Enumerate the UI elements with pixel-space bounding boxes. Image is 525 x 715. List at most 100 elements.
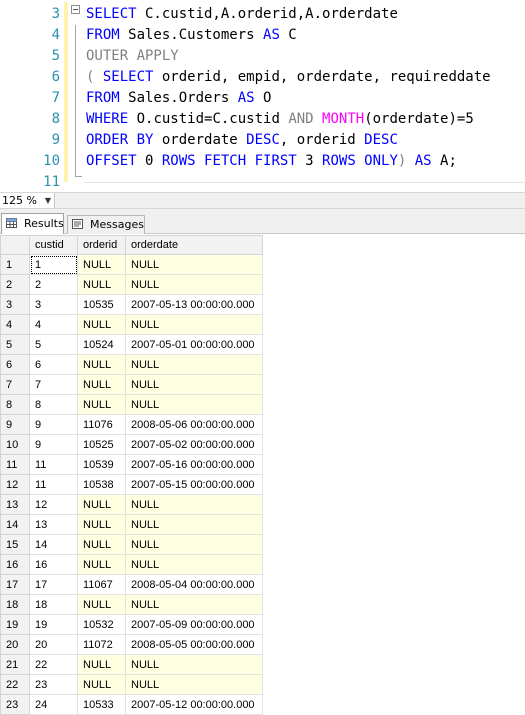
- tab-results[interactable]: Results: [1, 213, 64, 234]
- cell-orderid[interactable]: 10525: [77, 434, 126, 455]
- row-number[interactable]: 5: [0, 334, 30, 355]
- table-row[interactable]: 8 8 NULL NULL: [0, 394, 263, 415]
- column-header-orderid[interactable]: orderid: [77, 235, 126, 255]
- chevron-down-icon[interactable]: ▼: [45, 193, 51, 208]
- cell-orderdate[interactable]: 2008-05-06 00:00:00.000: [125, 414, 263, 435]
- table-row[interactable]: 1 1 NULL NULL: [0, 254, 263, 275]
- cell-custid[interactable]: 14: [29, 534, 78, 555]
- cell-orderid[interactable]: NULL: [77, 594, 126, 615]
- cell-orderid[interactable]: 11072: [77, 634, 126, 655]
- table-row[interactable]: 18 18 NULL NULL: [0, 594, 263, 615]
- cell-orderid[interactable]: NULL: [77, 354, 126, 375]
- cell-orderid[interactable]: NULL: [77, 274, 126, 295]
- table-row[interactable]: 4 4 NULL NULL: [0, 314, 263, 335]
- cell-orderid[interactable]: 11076: [77, 414, 126, 435]
- cell-custid[interactable]: 7: [29, 374, 78, 395]
- table-row[interactable]: 14 13 NULL NULL: [0, 514, 263, 535]
- table-row[interactable]: 11 11 10539 2007-05-16 00:00:00.000: [0, 454, 263, 475]
- code-line[interactable]: 4 FROM Sales.Customers AS C: [0, 25, 525, 46]
- cell-orderid[interactable]: NULL: [77, 534, 126, 555]
- cell-orderdate[interactable]: 2008-05-04 00:00:00.000: [125, 574, 263, 595]
- cell-orderdate[interactable]: 2008-05-05 00:00:00.000: [125, 634, 263, 655]
- table-row[interactable]: 16 16 NULL NULL: [0, 554, 263, 575]
- row-number[interactable]: 15: [0, 534, 30, 555]
- cell-orderid[interactable]: NULL: [77, 514, 126, 535]
- table-row[interactable]: 9 9 11076 2008-05-06 00:00:00.000: [0, 414, 263, 435]
- row-number[interactable]: 3: [0, 294, 30, 315]
- cell-custid[interactable]: 20: [29, 634, 78, 655]
- cell-custid[interactable]: 17: [29, 574, 78, 595]
- cell-orderdate[interactable]: NULL: [125, 314, 263, 335]
- row-number[interactable]: 22: [0, 674, 30, 695]
- cell-custid[interactable]: 16: [29, 554, 78, 575]
- row-number[interactable]: 14: [0, 514, 30, 535]
- cell-orderdate[interactable]: 2007-05-15 00:00:00.000: [125, 474, 263, 495]
- cell-orderdate[interactable]: NULL: [125, 534, 263, 555]
- code-line[interactable]: 5 OUTER APPLY: [0, 46, 525, 67]
- cell-orderdate[interactable]: NULL: [125, 374, 263, 395]
- table-row[interactable]: 20 20 11072 2008-05-05 00:00:00.000: [0, 634, 263, 655]
- cell-orderid[interactable]: NULL: [77, 554, 126, 575]
- cell-custid[interactable]: 9: [29, 414, 78, 435]
- cell-orderdate[interactable]: 2007-05-13 00:00:00.000: [125, 294, 263, 315]
- cell-orderid[interactable]: 10533: [77, 694, 126, 715]
- cell-orderdate[interactable]: 2007-05-12 00:00:00.000: [125, 694, 263, 715]
- table-row[interactable]: 13 12 NULL NULL: [0, 494, 263, 515]
- row-number[interactable]: 17: [0, 574, 30, 595]
- code-line[interactable]: 6 ( SELECT orderid, empid, orderdate, req…: [0, 67, 525, 88]
- code-line[interactable]: 11: [0, 172, 525, 192]
- cell-custid[interactable]: 2: [29, 274, 78, 295]
- cell-orderid[interactable]: 10524: [77, 334, 126, 355]
- cell-orderdate[interactable]: 2007-05-16 00:00:00.000: [125, 454, 263, 475]
- table-row[interactable]: 19 19 10532 2007-05-09 00:00:00.000: [0, 614, 263, 635]
- cell-orderdate[interactable]: NULL: [125, 274, 263, 295]
- cell-custid[interactable]: 19: [29, 614, 78, 635]
- collapse-icon[interactable]: [71, 5, 80, 14]
- code-line[interactable]: 10 OFFSET 0 ROWS FETCH FIRST 3 ROWS ONLY)…: [0, 151, 525, 172]
- cell-orderdate[interactable]: NULL: [125, 394, 263, 415]
- cell-orderdate[interactable]: NULL: [125, 674, 263, 695]
- cell-custid[interactable]: 11: [29, 454, 78, 475]
- table-row[interactable]: 12 11 10538 2007-05-15 00:00:00.000: [0, 474, 263, 495]
- cell-orderid[interactable]: 10538: [77, 474, 126, 495]
- row-number[interactable]: 6: [0, 354, 30, 375]
- code-line[interactable]: 7 FROM Sales.Orders AS O: [0, 88, 525, 109]
- row-number[interactable]: 2: [0, 274, 30, 295]
- cell-orderdate[interactable]: NULL: [125, 514, 263, 535]
- cell-custid[interactable]: 18: [29, 594, 78, 615]
- table-row[interactable]: 5 5 10524 2007-05-01 00:00:00.000: [0, 334, 263, 355]
- cell-orderid[interactable]: NULL: [77, 314, 126, 335]
- table-row[interactable]: 3 3 10535 2007-05-13 00:00:00.000: [0, 294, 263, 315]
- cell-orderid[interactable]: NULL: [77, 674, 126, 695]
- cell-orderdate[interactable]: NULL: [125, 254, 263, 275]
- query-editor[interactable]: 3 SELECT C.custid,A.orderid,A.orderdate 4 F…: [0, 0, 525, 192]
- cell-custid[interactable]: 22: [29, 654, 78, 675]
- cell-custid[interactable]: 8: [29, 394, 78, 415]
- cell-custid[interactable]: 13: [29, 514, 78, 535]
- cell-orderdate[interactable]: NULL: [125, 554, 263, 575]
- tab-messages[interactable]: Messages: [67, 215, 145, 234]
- table-row[interactable]: 7 7 NULL NULL: [0, 374, 263, 395]
- table-row[interactable]: 17 17 11067 2008-05-04 00:00:00.000: [0, 574, 263, 595]
- row-number[interactable]: 7: [0, 374, 30, 395]
- row-number[interactable]: 19: [0, 614, 30, 635]
- table-row[interactable]: 15 14 NULL NULL: [0, 534, 263, 555]
- row-number[interactable]: 16: [0, 554, 30, 575]
- cell-orderdate[interactable]: NULL: [125, 354, 263, 375]
- row-number[interactable]: 1: [0, 254, 30, 275]
- cell-orderid[interactable]: 10532: [77, 614, 126, 635]
- row-number[interactable]: 18: [0, 594, 30, 615]
- row-number[interactable]: 11: [0, 454, 30, 475]
- cell-custid[interactable]: 9: [29, 434, 78, 455]
- cell-orderdate[interactable]: 2007-05-09 00:00:00.000: [125, 614, 263, 635]
- row-number[interactable]: 10: [0, 434, 30, 455]
- cell-custid[interactable]: 6: [29, 354, 78, 375]
- results-grid[interactable]: custid orderid orderdate 1 1 NULL NULL 2 2 NUL…: [0, 235, 525, 715]
- table-row[interactable]: 10 9 10525 2007-05-02 00:00:00.000: [0, 434, 263, 455]
- code-line[interactable]: 8 WHERE O.custid=C.custid AND MONTH(order…: [0, 109, 525, 130]
- cell-orderdate[interactable]: NULL: [125, 594, 263, 615]
- cell-custid[interactable]: 4: [29, 314, 78, 335]
- cell-orderid[interactable]: NULL: [77, 654, 126, 675]
- row-number[interactable]: 23: [0, 694, 30, 715]
- cell-custid[interactable]: 5: [29, 334, 78, 355]
